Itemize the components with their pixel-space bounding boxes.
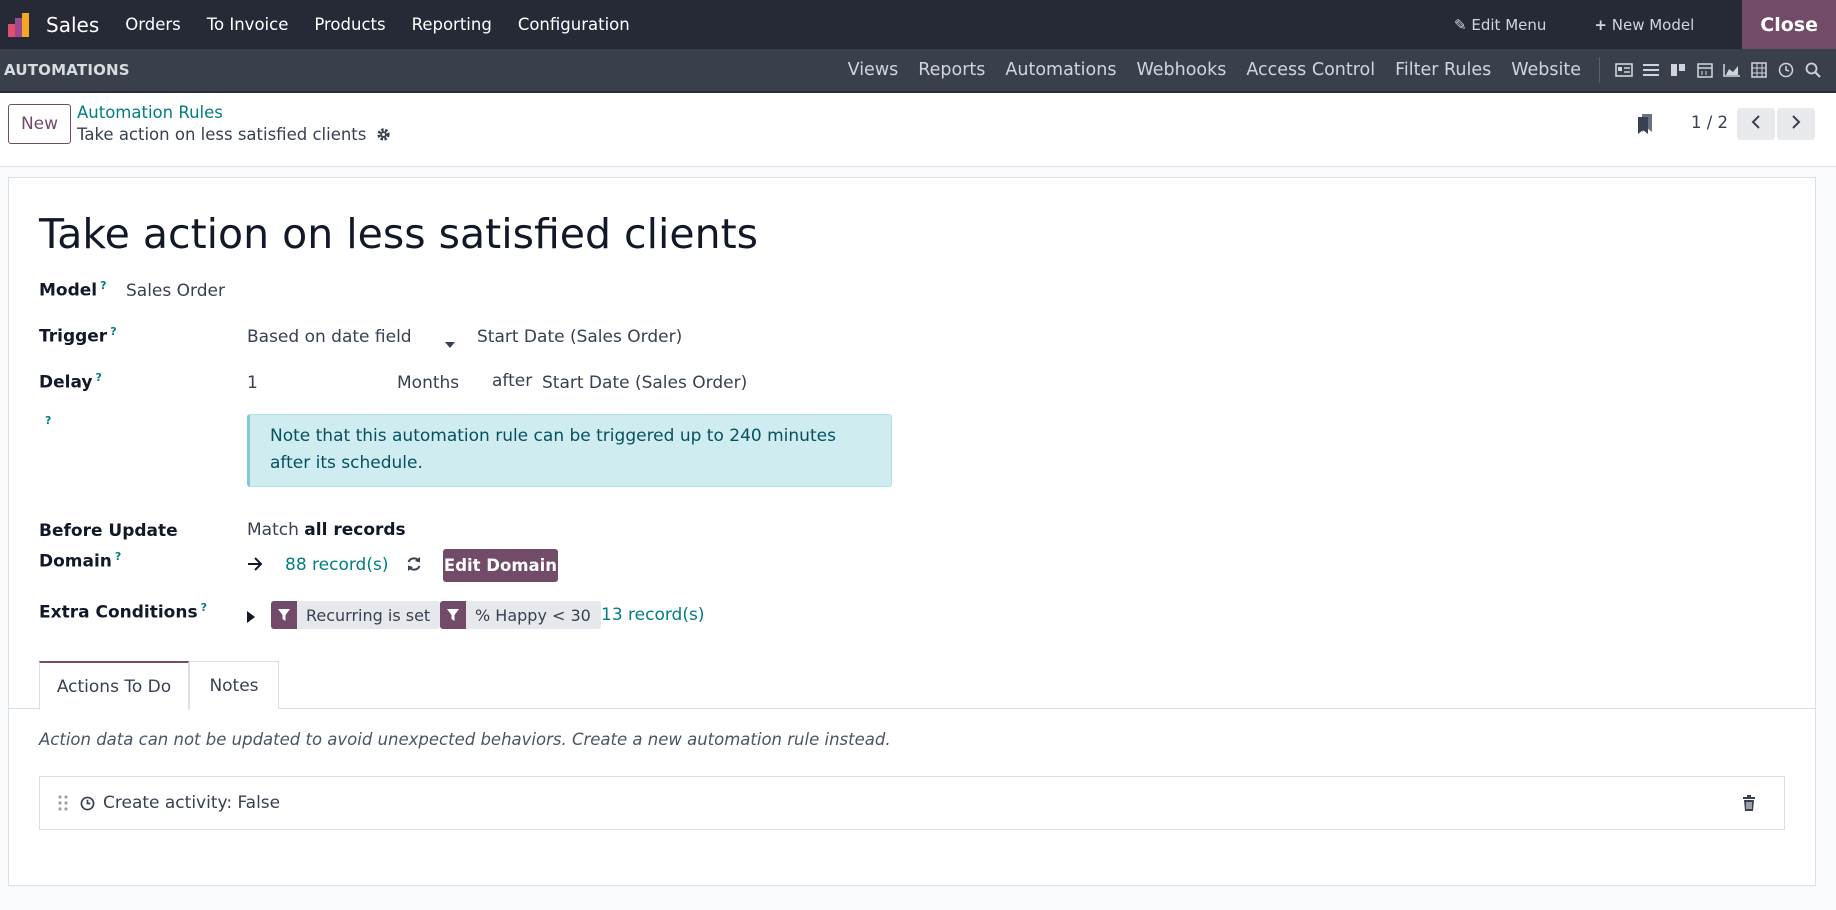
extra-conditions-label: Extra Conditions? [39,601,207,623]
condition-tag-happy[interactable]: % Happy < 30 [440,601,601,629]
studio-link-access-control[interactable]: Access Control [1246,60,1375,80]
help-icon[interactable]: ? [100,279,106,292]
menu-products[interactable]: Products [314,15,385,34]
domain-record-count-link[interactable]: 88 record(s) [285,555,388,575]
action-row[interactable]: Create activity: False [39,776,1785,830]
refresh-icon[interactable] [406,556,422,577]
new-button[interactable]: New [8,104,71,144]
close-studio-button[interactable]: Close [1742,0,1836,49]
studio-bar: AUTOMATIONS Views Reports Automations We… [0,49,1836,93]
help-icon[interactable]: ? [115,550,121,563]
help-icon[interactable]: ? [96,371,102,384]
trash-icon[interactable] [1742,795,1756,811]
studio-section-title: AUTOMATIONS [4,61,130,79]
trigger-select[interactable]: Based on date field [247,327,457,348]
match-text: Match all records [247,520,406,540]
breadcrumb-current-record: Take action on less satisfied clients [77,125,391,144]
tab-notes[interactable]: Notes [189,661,279,709]
form-view-icon[interactable] [1610,63,1637,77]
chevron-right-icon [1790,114,1802,135]
search-icon[interactable] [1799,62,1826,78]
breadcrumb-automation-rules[interactable]: Automation Rules [77,103,223,122]
trigger-date-field[interactable]: Start Date (Sales Order) [477,327,682,347]
studio-link-webhooks[interactable]: Webhooks [1136,60,1226,80]
arrow-right-icon [247,556,263,576]
pager-previous-button[interactable] [1737,108,1775,140]
delay-after-label: after [492,371,533,391]
tabs-divider [9,708,1815,709]
pencil-icon: ✎ [1454,15,1467,34]
graph-view-icon[interactable] [1718,63,1745,77]
delay-value-input[interactable]: 1 [247,373,258,393]
gear-icon[interactable] [376,127,391,142]
form-title[interactable]: Take action on less satisfied clients [39,210,758,258]
model-value: Sales Order [126,281,225,301]
drag-handle-icon[interactable] [58,795,68,811]
bookmarks-icon[interactable] [1636,113,1654,140]
tab-actions-to-do[interactable]: Actions To Do [39,661,189,710]
menu-to-invoice[interactable]: To Invoice [207,15,289,34]
delay-date-field[interactable]: Start Date (Sales Order) [542,373,747,393]
condition-tag-recurring[interactable]: Recurring is set [271,601,441,629]
studio-link-website[interactable]: Website [1511,60,1581,80]
model-label: Model? [39,279,107,301]
record-name-text: Take action on less satisfied clients [77,125,367,144]
help-icon[interactable]: ? [42,414,51,436]
filter-icon [271,601,297,629]
action-label: Create activity: False [103,793,281,813]
studio-link-views[interactable]: Views [848,60,899,80]
caret-right-icon[interactable] [247,608,255,628]
pager-next-button[interactable] [1777,108,1815,140]
studio-link-reports[interactable]: Reports [918,60,985,80]
clock-icon [80,796,95,811]
delay-info-alert: Note that this automation rule can be tr… [247,414,892,487]
menu-orders[interactable]: Orders [125,15,181,34]
list-view-icon[interactable] [1637,63,1664,77]
conditions-record-count-link[interactable]: 13 record(s) [601,605,704,625]
divider [1599,57,1600,83]
trigger-label: Trigger? [39,325,117,347]
form-sheet: Take action on less satisfied clients Mo… [8,177,1816,886]
calendar-view-icon[interactable] [1691,62,1718,78]
help-icon[interactable]: ? [201,601,207,614]
app-logo-icon[interactable] [0,0,40,49]
edit-domain-button[interactable]: Edit Domain [443,549,558,582]
app-name[interactable]: Sales [46,13,99,37]
delay-label: Delay? [39,371,102,393]
pager-value[interactable]: 1 / 2 [1691,113,1728,132]
edit-menu-button[interactable]: ✎ Edit Menu [1454,16,1546,34]
filter-icon [440,601,466,629]
menu-configuration[interactable]: Configuration [518,15,630,34]
plus-icon: + [1594,15,1607,34]
studio-link-automations[interactable]: Automations [1005,60,1116,80]
delay-unit-select[interactable]: Months [397,373,459,393]
before-update-domain-label: Before Update Domain? [39,521,178,572]
studio-link-filter-rules[interactable]: Filter Rules [1395,60,1491,80]
control-panel: New Automation Rules Take action on less… [0,93,1836,167]
help-icon[interactable]: ? [110,325,116,338]
menu-reporting[interactable]: Reporting [412,15,492,34]
activity-view-icon[interactable] [1772,62,1799,78]
actions-note: Action data can not be updated to avoid … [39,730,891,749]
caret-down-icon [445,333,455,353]
chevron-left-icon [1750,114,1762,135]
kanban-view-icon[interactable] [1664,63,1691,77]
top-navbar: Sales Orders To Invoice Products Reporti… [0,0,1836,49]
new-model-button[interactable]: + New Model [1594,16,1694,34]
pivot-view-icon[interactable] [1745,62,1772,78]
